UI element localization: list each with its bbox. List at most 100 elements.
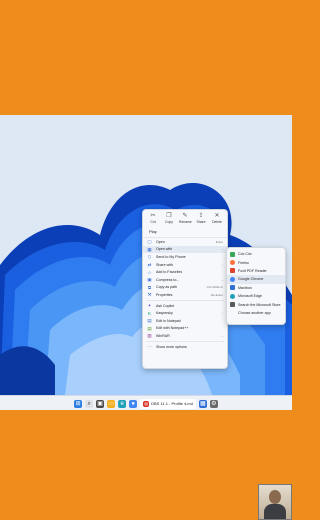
menu-item-open[interactable]: ▢ Open Enter [143, 238, 227, 246]
maxthon-icon [230, 285, 235, 291]
share-button[interactable]: ⇪ Share [195, 213, 207, 227]
phone-icon: ▯ [148, 254, 151, 260]
submenu-item-edge[interactable]: Microsoft Edge [227, 292, 285, 300]
presenter-head [269, 490, 281, 504]
chevron-right-icon: › [222, 311, 223, 316]
menu-item-share-with[interactable]: ⇄ Share with › [143, 261, 227, 269]
submenu-item-label: Microsoft Edge [238, 294, 262, 299]
menu-item-label: Compress to... [156, 277, 180, 282]
kaspersky-icon: K [147, 310, 151, 316]
menu-item-label: Open [156, 239, 165, 244]
coccoc-icon [230, 251, 235, 257]
menu-item-edit-notepadpp[interactable]: ▤ Edit with Notepad++ [143, 325, 227, 333]
trash-icon: ✕ [214, 213, 220, 219]
bottom-frame-band [0, 410, 292, 520]
top-frame-band [0, 0, 292, 115]
menu-item-label: Properties [156, 292, 173, 297]
menu-item-send-to-phone[interactable]: ▯ Send to My Phone [143, 253, 227, 261]
submenu-choose-another-app[interactable]: Choose another app [227, 309, 285, 317]
submenu-item-maxthon[interactable]: Maxthon [227, 284, 285, 292]
store-icon [230, 302, 235, 308]
delete-label: Delete [212, 220, 222, 224]
chevron-right-icon: › [222, 277, 223, 282]
chrome-icon[interactable]: ● [129, 399, 138, 408]
menu-item-compress[interactable]: ▣ Compress to... › [143, 276, 227, 284]
menu-item-label: Open with [156, 247, 173, 252]
play-item[interactable]: Play [143, 227, 227, 238]
submenu-item-label: Firefox [238, 260, 249, 265]
chrome-icon [230, 276, 235, 282]
presenter-body [264, 504, 286, 519]
foxit-icon [230, 268, 235, 274]
delete-button[interactable]: ✕ Delete [211, 213, 223, 227]
menu-item-winrar[interactable]: ▥ WinRAR › [143, 332, 227, 340]
submenu-item-coccoc[interactable]: Cốc Cốc [227, 250, 285, 258]
menu-item-add-favorites[interactable]: ☆ Add to Favorites [143, 268, 227, 276]
submenu-item-firefox[interactable]: Firefox [227, 258, 285, 266]
menu-item-label: Share with [156, 262, 173, 267]
chevron-right-icon: › [222, 333, 223, 338]
submenu-item-label: Maxthon [238, 285, 252, 290]
context-menu: ✂ Cut ❐ Copy ✎ Rename ⇪ Share ✕ Delete Play ▢… [142, 209, 228, 369]
menu-item-label: Ask Copilot [156, 303, 175, 308]
submenu-item-label: Google Chrome [238, 277, 264, 282]
submenu-item-label: Foxit PDF Reader [238, 268, 267, 273]
menu-item-label: WinRAR [156, 333, 170, 338]
task-view-icon[interactable]: ▣ [96, 399, 105, 408]
submenu-item-store[interactable]: Search the Microsoft Store [227, 300, 285, 308]
copy-button[interactable]: ❐ Copy [163, 213, 175, 227]
notepadpp-icon: ▤ [147, 325, 152, 331]
copy-label: Copy [165, 220, 173, 224]
taskbar: ⊞ ⌕ ▣ ▭ e ● ▤ DBS 11.1 - Profile 4.md ▦ … [0, 395, 292, 410]
edge-icon [230, 293, 235, 299]
open-with-submenu: Cốc Cốc Firefox Foxit PDF Reader Google … [226, 247, 286, 325]
menu-item-label: Show more options [156, 344, 187, 349]
path-icon: ⧉ [147, 284, 152, 290]
open-icon: ▢ [147, 239, 152, 245]
menu-separator [146, 299, 224, 301]
menu-item-edit-notepad[interactable]: ▤ Edit in Notepad [143, 317, 227, 325]
submenu-item-chrome[interactable]: Google Chrome [227, 275, 285, 284]
quick-actions-bar: ✂ Cut ❐ Copy ✎ Rename ⇪ Share ✕ Delete [143, 210, 227, 227]
share-with-icon: ⇄ [147, 262, 152, 268]
webcam-overlay [258, 484, 292, 520]
cut-button[interactable]: ✂ Cut [147, 213, 159, 227]
more-options-icon: ⋯ [147, 344, 152, 350]
menu-item-label: Send to My Phone [156, 254, 186, 259]
taskbar-open-app[interactable]: ▤ DBS 11.1 - Profile 4.md [140, 398, 196, 409]
notepad-icon: ▤ [147, 318, 152, 324]
winrar-icon: ▥ [147, 333, 152, 339]
menu-item-ask-copilot[interactable]: ✦ Ask Copilot [143, 302, 227, 310]
menu-item-properties[interactable]: ⚒ Properties Alt+Enter [143, 291, 227, 299]
menu-item-show-more-options[interactable]: ⋯ Show more options [143, 343, 227, 351]
rename-button[interactable]: ✎ Rename [179, 213, 192, 227]
menu-item-label: Edit with Notepad++ [156, 326, 189, 331]
menu-item-open-with[interactable]: ▦ Open with › [143, 245, 227, 254]
menu-item-label: Add to Favorites [156, 270, 183, 275]
rename-label: Rename [179, 220, 192, 224]
submenu-item-foxit[interactable]: Foxit PDF Reader [227, 267, 285, 275]
windows-start-icon[interactable]: ⊞ [74, 399, 83, 408]
copy-icon: ❐ [166, 213, 172, 219]
scissors-icon: ✂ [150, 213, 156, 219]
chevron-right-icon: › [222, 247, 223, 252]
desktop-screen: ⊞ ⌕ ▣ ▭ e ● ▤ DBS 11.1 - Profile 4.md ▦ … [0, 115, 292, 410]
properties-icon: ⚒ [147, 292, 152, 298]
menu-item-copy-path[interactable]: ⧉ Copy as path Ctrl+Shift+C [143, 284, 227, 292]
firefox-icon [230, 260, 235, 266]
menu-item-shortcut: Alt+Enter [210, 292, 223, 297]
menu-item-kaspersky[interactable]: K Kaspersky › [143, 309, 227, 317]
folder-icon[interactable]: ▭ [107, 399, 116, 408]
taskbar-app-label: DBS 11.1 - Profile 4.md [151, 401, 193, 406]
app-icon: ▤ [143, 400, 150, 407]
rename-icon: ✎ [182, 213, 188, 219]
settings-icon[interactable]: ⚙ [209, 399, 218, 408]
menu-item-label: Edit in Notepad [156, 318, 181, 323]
store-icon[interactable]: ▦ [198, 399, 207, 408]
edge-icon[interactable]: e [118, 399, 127, 408]
share-label: Share [196, 220, 206, 224]
submenu-item-label: Search the Microsoft Store [238, 302, 281, 307]
search-icon[interactable]: ⌕ [85, 399, 94, 408]
menu-item-label: Copy as path [156, 285, 178, 290]
chevron-right-icon: › [222, 262, 223, 267]
